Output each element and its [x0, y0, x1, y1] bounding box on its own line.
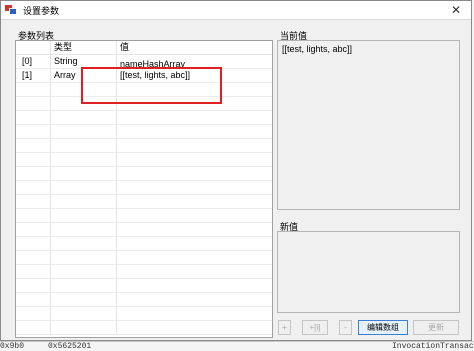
background-text: InvocationTransac	[392, 342, 474, 351]
row-index: [1]	[16, 69, 51, 82]
table-row	[16, 125, 272, 139]
current-value-text: [[test, lights, abc]]	[282, 44, 353, 54]
table-row	[16, 293, 272, 307]
add-index-button[interactable]: +[i]	[302, 320, 328, 335]
table-row	[16, 195, 272, 209]
title-bar: 设置参数 ✕	[1, 1, 471, 20]
add-button[interactable]: +	[278, 320, 291, 335]
close-button[interactable]: ✕	[441, 1, 471, 20]
highlight-annotation	[81, 67, 222, 104]
table-row	[16, 153, 272, 167]
table-row	[16, 265, 272, 279]
table-row	[16, 139, 272, 153]
new-value-input[interactable]	[277, 231, 460, 313]
app-icon	[5, 5, 17, 15]
table-row	[16, 167, 272, 181]
column-header-type[interactable]: 类型	[51, 41, 117, 54]
table-row	[16, 307, 272, 321]
table-row	[16, 321, 272, 335]
background-window-bottom: 0x9b0 0x5625201 InvocationTransac	[0, 341, 474, 351]
table-row	[16, 111, 272, 125]
window-title: 设置参数	[23, 5, 60, 16]
table-row	[16, 279, 272, 293]
table-row	[16, 223, 272, 237]
table-row	[16, 209, 272, 223]
close-icon: ✕	[450, 3, 462, 17]
remove-button[interactable]: -	[339, 320, 352, 335]
edit-array-button[interactable]: 编辑数组	[358, 320, 408, 335]
table-row	[16, 181, 272, 195]
table-row	[16, 251, 272, 265]
current-value-box: [[test, lights, abc]]	[277, 40, 460, 210]
table-row	[16, 237, 272, 251]
set-params-dialog: 设置参数 ✕ 参数列表 类型 值 [0] String nameHashArra…	[0, 0, 472, 341]
list-header: 类型 值	[16, 41, 272, 55]
background-text: 0x9b0	[0, 342, 25, 351]
background-text: 0x5625201	[48, 342, 92, 351]
update-button[interactable]: 更新	[413, 320, 459, 335]
column-header-value[interactable]: 值	[117, 41, 272, 54]
column-header-index[interactable]	[16, 41, 51, 54]
row-index: [0]	[16, 55, 51, 68]
